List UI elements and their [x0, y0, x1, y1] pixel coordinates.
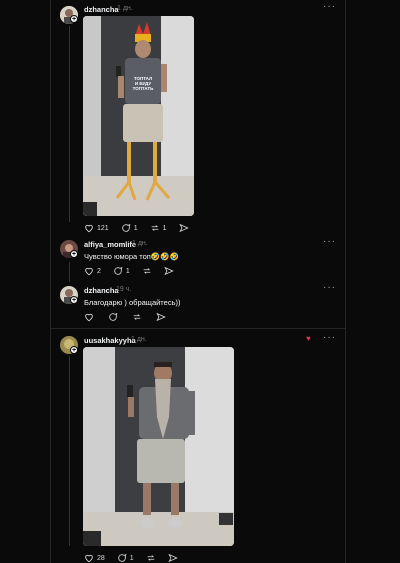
thread-line: [69, 356, 70, 546]
comment-count: 1: [133, 224, 138, 232]
comment-icon: [109, 312, 118, 321]
reply-timestamp[interactable]: 19 ч.: [116, 286, 131, 293]
share-button[interactable]: [178, 223, 189, 233]
comment-button[interactable]: 1: [117, 553, 134, 563]
share-icon: [168, 553, 178, 563]
repost-button[interactable]: [142, 266, 152, 276]
repost-count: 1: [162, 224, 167, 232]
repost-button[interactable]: [132, 312, 142, 322]
post-actions: 121 1 1: [84, 223, 189, 233]
reply-actions: [84, 312, 166, 322]
like-button[interactable]: [84, 312, 94, 322]
comment-icon: [118, 553, 127, 562]
reply-timestamp[interactable]: 1 дн.: [132, 240, 148, 247]
reply-actions: 2 1: [84, 266, 174, 276]
more-icon[interactable]: ···: [323, 332, 336, 343]
post-username[interactable]: uusakhakyyha: [84, 336, 136, 345]
photo-image: ТОПТАЛ И БУДУ ТОПТАТЬ: [83, 16, 194, 216]
follow-plus-icon[interactable]: +: [70, 250, 78, 258]
comment-button[interactable]: 1: [121, 223, 138, 233]
like-button[interactable]: 2: [84, 266, 101, 276]
thread-line: [69, 262, 70, 282]
comment-button[interactable]: 1: [113, 266, 130, 276]
share-button[interactable]: [156, 312, 166, 322]
post-timestamp[interactable]: 1 дн.: [117, 5, 133, 12]
post-username[interactable]: dzhancha: [84, 5, 119, 14]
svg-text:ТОПТАТЬ: ТОПТАТЬ: [133, 86, 155, 91]
reply-text: Чувство юмора топ🤣🤣🤣: [84, 252, 179, 261]
repost-button[interactable]: [146, 553, 156, 563]
heart-icon: [85, 224, 93, 233]
comment-button[interactable]: [108, 312, 118, 322]
share-icon: [178, 223, 189, 233]
share-button[interactable]: [168, 553, 178, 563]
heart-icon: [85, 267, 93, 276]
more-icon[interactable]: ···: [323, 1, 336, 12]
reaction-hearts-icon: ♥: [306, 334, 311, 343]
follow-plus-icon[interactable]: +: [70, 296, 78, 304]
thread-line: [69, 26, 70, 222]
heart-icon: [85, 313, 93, 322]
comment-count: 1: [125, 267, 130, 275]
like-button[interactable]: 121: [84, 223, 109, 233]
comment-icon: [114, 266, 123, 275]
comment-count: 1: [129, 554, 134, 562]
like-count: 28: [97, 554, 105, 562]
repost-icon: [133, 314, 141, 320]
share-button[interactable]: [164, 266, 174, 276]
like-button[interactable]: 28: [84, 553, 105, 563]
comment-icon: [121, 223, 131, 232]
repost-icon: [143, 268, 151, 274]
follow-plus-icon[interactable]: +: [70, 15, 78, 23]
reply-username[interactable]: dzhancha: [84, 286, 119, 295]
post-timestamp[interactable]: 1 дн.: [131, 336, 147, 343]
feed-right-border: [345, 0, 346, 563]
post-actions: 28 1: [84, 553, 178, 563]
more-icon[interactable]: ···: [323, 236, 336, 247]
repost-icon: [147, 555, 155, 561]
repost-icon: [151, 225, 158, 231]
share-icon: [164, 266, 174, 276]
like-count: 2: [97, 267, 101, 275]
repost-button[interactable]: 1: [150, 223, 167, 233]
photo-image: [83, 347, 234, 546]
post-photo[interactable]: ТОПТАЛ И БУДУ ТОПТАТЬ: [83, 16, 194, 216]
like-count: 121: [97, 224, 109, 232]
heart-icon: [85, 554, 93, 563]
follow-plus-icon[interactable]: +: [70, 346, 78, 354]
reply-username[interactable]: alfiya_momlife: [84, 240, 136, 249]
post-photo[interactable]: [83, 347, 234, 546]
more-icon[interactable]: ···: [323, 282, 336, 293]
reply-text: Благодарю ) обращайтесь)): [84, 298, 181, 307]
post-divider: [50, 328, 346, 329]
share-icon: [156, 312, 166, 322]
feed-left-border: [50, 0, 51, 563]
